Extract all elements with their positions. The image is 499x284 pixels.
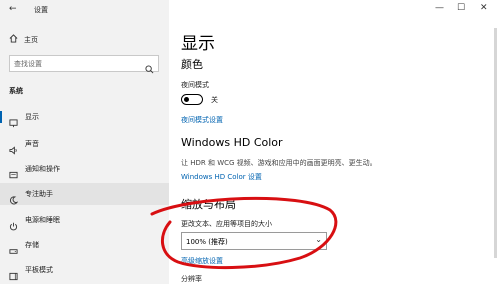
sidebar-item-sound[interactable]: 声音 <box>0 133 169 155</box>
sidebar-item-power[interactable]: 电源和睡眠 <box>0 209 169 231</box>
night-light-state: 关 <box>211 96 218 104</box>
window-title: 设置 <box>34 6 48 14</box>
maximize-button[interactable]: ☐ <box>457 3 465 13</box>
back-arrow-icon[interactable]: ← <box>9 4 17 14</box>
notification-icon <box>9 165 18 178</box>
sidebar-item-label: 显示 <box>25 113 39 121</box>
scale-label: 更改文本、应用等项目的大小 <box>181 220 272 228</box>
home-label: 主页 <box>24 36 38 44</box>
section-label-system: 系统 <box>9 87 23 95</box>
scale-layout-heading: 缩放与布局 <box>181 198 236 211</box>
sidebar-item-notifications[interactable]: 通知和操作 <box>0 158 169 180</box>
search-placeholder: 查找设置 <box>14 60 42 68</box>
search-input[interactable]: 查找设置 <box>9 55 159 74</box>
sidebar: ← 设置 主页 查找设置 系统 显示 声音 通知和操作 专注助手 电源和睡眠 存… <box>0 0 169 284</box>
hd-color-heading: Windows HD Color <box>181 136 283 149</box>
minimize-button[interactable]: — <box>435 3 444 13</box>
sidebar-item-tablet[interactable]: 平板模式 <box>0 259 169 281</box>
sidebar-item-label: 专注助手 <box>25 190 53 198</box>
scale-value: 100% (推荐) <box>186 238 228 246</box>
sidebar-item-label: 电源和睡眠 <box>25 216 60 224</box>
sidebar-item-label: 通知和操作 <box>25 165 60 173</box>
resolution-label: 分辨率 <box>181 275 202 283</box>
sidebar-item-label: 声音 <box>25 140 39 148</box>
power-icon <box>9 216 18 230</box>
night-light-settings-link[interactable]: 夜间模式设置 <box>181 115 223 125</box>
page-title: 显示 <box>181 34 215 54</box>
moon-icon <box>9 190 19 204</box>
monitor-icon <box>9 113 18 127</box>
close-button[interactable]: ✕ <box>480 3 488 13</box>
hd-color-description: 让 HDR 和 WCG 视频、游戏和应用中的画面更明亮、更生动。 <box>181 159 377 167</box>
home-icon <box>9 34 18 46</box>
advanced-scaling-link[interactable]: 高级缩放设置 <box>181 256 223 266</box>
night-light-label: 夜间模式 <box>181 81 209 89</box>
color-heading: 颜色 <box>181 58 203 71</box>
sidebar-item-focus-assist[interactable]: 专注助手 <box>0 183 169 205</box>
sidebar-item-label: 平板模式 <box>25 266 53 274</box>
storage-icon <box>9 241 18 254</box>
chevron-down-icon: ⌄ <box>315 235 322 244</box>
search-icon <box>145 59 154 74</box>
toggle-knob <box>184 97 189 102</box>
scrollbar[interactable] <box>494 28 497 258</box>
scale-dropdown[interactable]: 100% (推荐) ⌄ <box>181 232 327 250</box>
sidebar-item-display[interactable]: 显示 <box>0 106 169 128</box>
main-panel: — ☐ ✕ 显示 颜色 夜间模式 关 夜间模式设置 Windows HD Col… <box>169 0 499 284</box>
home-nav-item[interactable]: 主页 <box>9 34 38 46</box>
speaker-icon <box>9 140 18 155</box>
hd-color-settings-link[interactable]: Windows HD Color 设置 <box>181 172 262 182</box>
sidebar-item-label: 存储 <box>25 241 39 249</box>
sidebar-item-storage[interactable]: 存储 <box>0 234 169 256</box>
tablet-icon <box>9 266 18 280</box>
night-light-toggle[interactable] <box>181 94 203 105</box>
